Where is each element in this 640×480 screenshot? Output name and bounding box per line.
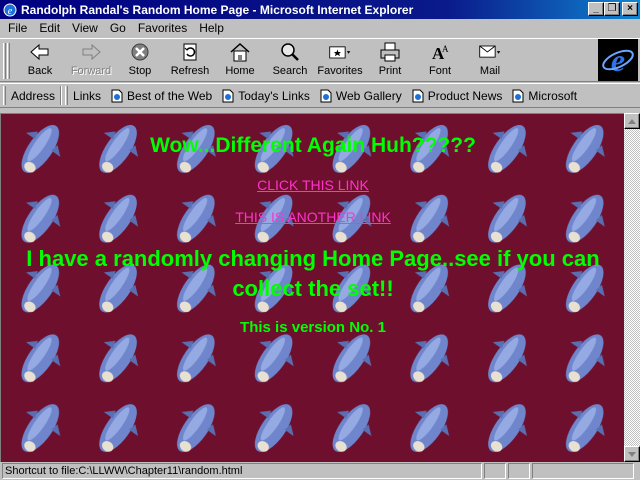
- back-arrow-icon: [28, 41, 52, 63]
- ie-throbber-logo[interactable]: e: [598, 39, 638, 81]
- svg-text:e: e: [611, 42, 625, 78]
- link-label: Today's Links: [238, 88, 310, 103]
- printer-icon: [378, 41, 402, 63]
- link-product-news[interactable]: Product News: [412, 88, 503, 103]
- svg-text:A: A: [442, 44, 449, 54]
- page-heading: Wow...Different Again Huh?????: [150, 134, 476, 157]
- home-button[interactable]: Home: [222, 41, 258, 81]
- version-text: This is version No. 1: [240, 319, 386, 336]
- mail-button[interactable]: Mail: [470, 41, 510, 81]
- page-icon: [222, 89, 234, 103]
- stop-label: Stop: [128, 65, 152, 77]
- link-microsoft[interactable]: Microsoft: [512, 89, 577, 103]
- links-label[interactable]: Links: [73, 89, 101, 103]
- page-icon: [111, 89, 123, 103]
- status-bar: Shortcut to file:C:\LLWW\Chapter11\rando…: [0, 462, 640, 480]
- svg-text:e: e: [8, 6, 13, 17]
- link-label: Product News: [427, 88, 503, 103]
- status-pane-zone: [532, 463, 634, 479]
- favorites-button[interactable]: Favorites: [316, 41, 364, 81]
- forward-button[interactable]: Forward: [68, 41, 114, 81]
- favorites-label: Favorites: [317, 65, 363, 77]
- search-icon: [278, 41, 302, 63]
- page-icon: [512, 89, 524, 103]
- toolbar-grip-2[interactable]: [7, 43, 10, 79]
- back-label: Back: [27, 65, 53, 77]
- link-web-gallery[interactable]: Web Gallery: [320, 89, 402, 103]
- click-this-link[interactable]: CLICK THIS LINK: [257, 177, 369, 193]
- stop-icon: [128, 41, 152, 63]
- links-grip[interactable]: [65, 86, 69, 105]
- home-label: Home: [225, 65, 255, 77]
- menu-help[interactable]: Help: [193, 21, 230, 35]
- link-label: Microsoft: [528, 88, 578, 103]
- page-icon: [320, 89, 332, 103]
- standard-toolbar: Back Forward Stop Refresh Home Search Fa…: [0, 38, 640, 82]
- address-label[interactable]: Address: [11, 89, 55, 103]
- ie-app-icon[interactable]: e: [2, 2, 18, 18]
- another-link[interactable]: THIS IS ANOTHER LINK: [235, 209, 391, 225]
- home-icon: [228, 41, 252, 63]
- maximize-button[interactable]: ❐: [604, 2, 620, 16]
- status-pane-1: [484, 463, 506, 479]
- menu-view[interactable]: View: [66, 21, 104, 35]
- link-todays-links[interactable]: Today's Links: [222, 89, 310, 103]
- search-button[interactable]: Search: [270, 41, 310, 81]
- refresh-icon: [178, 41, 202, 63]
- stop-button[interactable]: Stop: [124, 41, 156, 81]
- font-label: Font: [428, 65, 451, 77]
- arrow-down-icon: [628, 451, 636, 457]
- scroll-up-button[interactable]: [624, 113, 640, 129]
- forward-arrow-icon: [79, 41, 103, 63]
- window-title: Randolph Randal's Random Home Page - Mic…: [21, 2, 414, 17]
- print-button[interactable]: Print: [374, 41, 406, 81]
- menu-favorites[interactable]: Favorites: [132, 21, 193, 35]
- menu-go[interactable]: Go: [104, 21, 132, 35]
- print-label: Print: [378, 65, 402, 77]
- refresh-button[interactable]: Refresh: [168, 41, 212, 81]
- links-separator: [60, 86, 63, 105]
- mail-label: Mail: [479, 65, 501, 77]
- font-icon: AA: [428, 41, 452, 63]
- links-bar: Address Links Best of the Web Today's Li…: [0, 83, 640, 108]
- font-button[interactable]: AA Font: [424, 41, 456, 81]
- back-button[interactable]: Back: [22, 41, 58, 81]
- link-best-of-web[interactable]: Best of the Web: [111, 89, 212, 103]
- search-label: Search: [272, 65, 308, 77]
- scroll-down-button[interactable]: [624, 446, 640, 462]
- minimize-button[interactable]: _: [588, 2, 604, 16]
- vertical-scrollbar[interactable]: [624, 113, 640, 462]
- arrow-up-icon: [628, 118, 636, 124]
- page-viewport[interactable]: Wow...Different Again Huh????? CLICK THI…: [0, 113, 624, 462]
- link-label: Best of the Web: [127, 88, 213, 103]
- address-grip[interactable]: [3, 86, 6, 105]
- link-label: Web Gallery: [335, 88, 402, 103]
- title-bar[interactable]: e Randolph Randal's Random Home Page - M…: [0, 0, 640, 19]
- refresh-label: Refresh: [170, 65, 210, 77]
- menu-edit[interactable]: Edit: [33, 21, 66, 35]
- favorites-folder-icon: [328, 41, 352, 63]
- menu-file[interactable]: File: [2, 21, 33, 35]
- page-icon: [412, 89, 424, 103]
- status-text: Shortcut to file:C:\LLWW\Chapter11\rando…: [2, 463, 482, 479]
- scroll-track[interactable]: [624, 129, 640, 446]
- random-homepage-message: I have a randomly changing Home Page..se…: [26, 246, 600, 301]
- status-pane-2: [508, 463, 530, 479]
- close-button[interactable]: ×: [622, 2, 638, 16]
- mail-icon: [478, 41, 502, 63]
- toolbar-grip[interactable]: [3, 43, 6, 79]
- menu-bar: File Edit View Go Favorites Help: [0, 19, 640, 37]
- forward-label: Forward: [70, 65, 112, 77]
